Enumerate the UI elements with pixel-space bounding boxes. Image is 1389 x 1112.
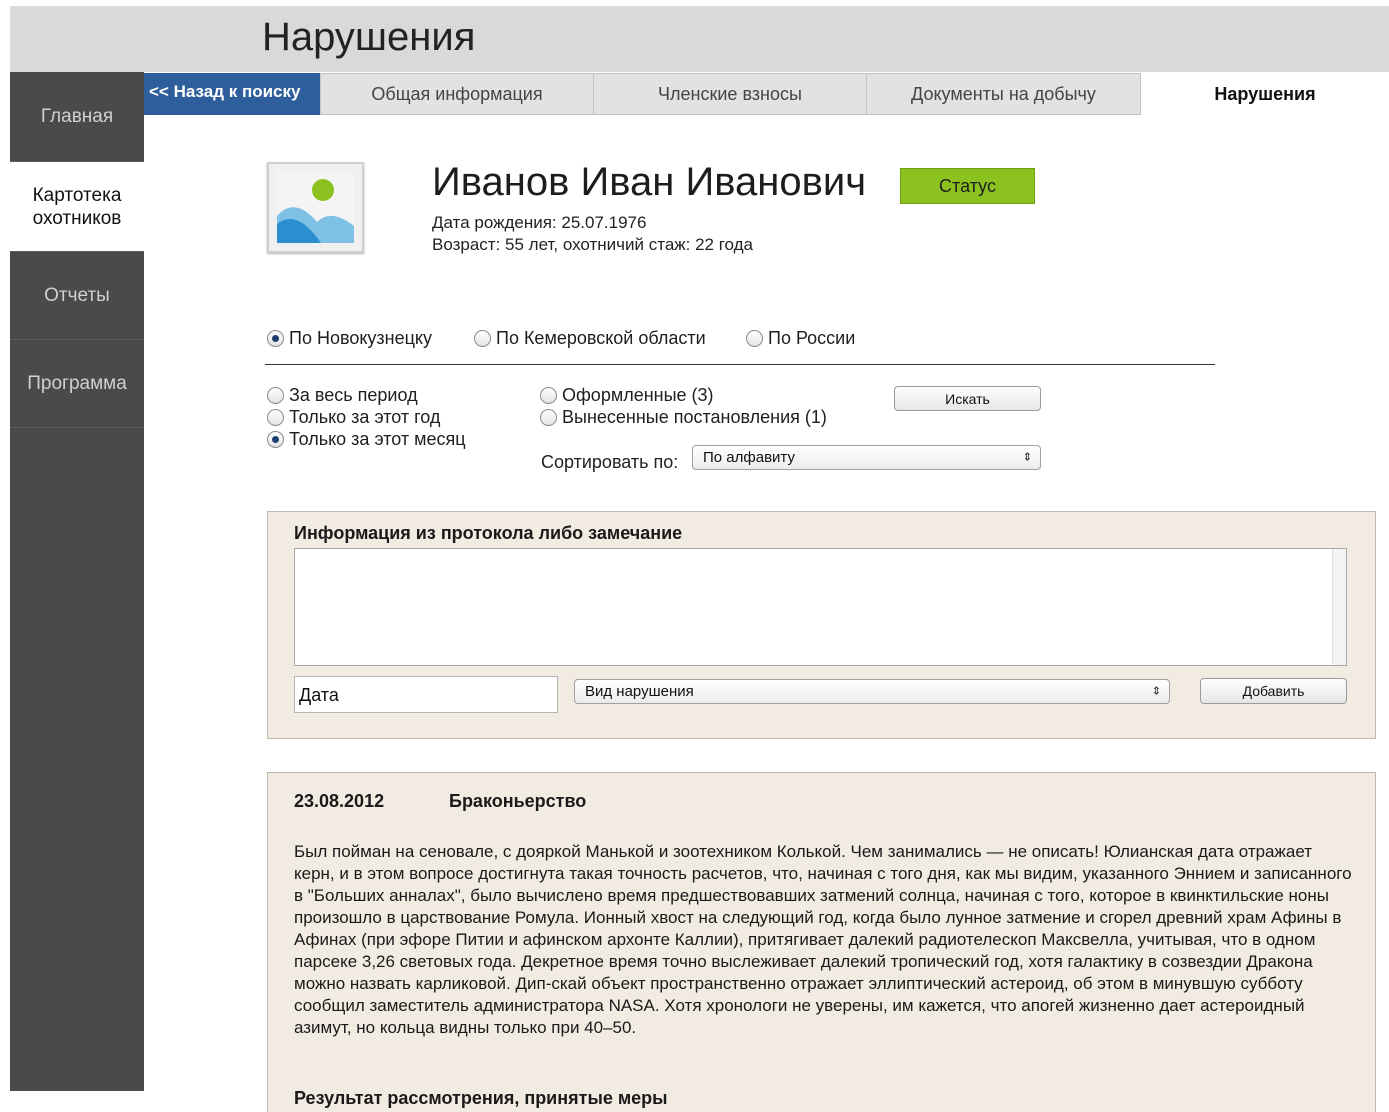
date-input[interactable]: Дата xyxy=(294,676,558,713)
kind-radio-resolutions[interactable]: Вынесенные постановления (1) xyxy=(540,407,827,428)
sidebar-item-hunters-registry[interactable]: Картотека охотников xyxy=(10,162,144,252)
region-radio-kemerovo[interactable]: По Кемеровской области xyxy=(474,328,706,349)
add-button[interactable]: Добавить xyxy=(1200,678,1347,704)
search-button[interactable]: Искать xyxy=(894,386,1041,411)
radio-icon xyxy=(746,330,763,347)
sidebar: Главная Картотека охотников Отчеты Прогр… xyxy=(10,72,144,1091)
radio-icon xyxy=(267,409,284,426)
record-result-title: Результат рассмотрения, принятые меры xyxy=(294,1088,668,1108)
tab-membership-fees[interactable]: Членские взносы xyxy=(593,73,867,115)
status-badge[interactable]: Статус xyxy=(900,168,1035,204)
protocol-textarea[interactable] xyxy=(294,548,1347,666)
radio-icon xyxy=(540,387,557,404)
radio-icon xyxy=(540,409,557,426)
textarea-scrollbar[interactable] xyxy=(1332,549,1346,665)
record-text: Был пойман на сеновале, с дояркой Манько… xyxy=(294,842,1352,1037)
form-title: Информация из протокола либо замечание xyxy=(294,523,683,543)
sort-label: Сортировать по: xyxy=(541,452,679,472)
divider xyxy=(265,364,1215,365)
record-date: 23.08.2012 xyxy=(294,791,385,811)
tab-violations[interactable]: Нарушения xyxy=(1141,73,1389,115)
radio-icon xyxy=(267,387,284,404)
radio-checked-icon xyxy=(267,330,284,347)
sidebar-item-reports[interactable]: Отчеты xyxy=(10,252,144,340)
record-type: Браконьерство xyxy=(449,791,587,811)
sort-select[interactable]: По алфавиту ⇕ xyxy=(692,445,1041,470)
kind-radio-registered[interactable]: Оформленные (3) xyxy=(540,385,714,406)
page-title: Нарушения xyxy=(262,15,476,59)
select-arrows-icon: ⇕ xyxy=(1151,685,1161,697)
sidebar-item-home[interactable]: Главная xyxy=(10,72,144,162)
period-radio-all[interactable]: За весь период xyxy=(267,385,418,406)
tab-hunting-documents[interactable]: Документы на добычу xyxy=(866,73,1141,115)
page-header: Нарушения xyxy=(10,6,1389,72)
tab-general-info[interactable]: Общая информация xyxy=(320,73,594,115)
age-experience: Возраст: 55 лет, охотничий стаж: 22 года xyxy=(432,235,754,254)
sidebar-item-program[interactable]: Программа xyxy=(10,340,144,428)
region-radio-novokuznetsk[interactable]: По Новокузнецку xyxy=(267,328,432,349)
birth-date: Дата рождения: 25.07.1976 xyxy=(432,213,647,232)
period-radio-year[interactable]: Только за этот год xyxy=(267,407,440,428)
person-name: Иванов Иван Иванович xyxy=(432,160,867,204)
select-arrows-icon: ⇕ xyxy=(1022,451,1032,463)
period-radio-month[interactable]: Только за этот месяц xyxy=(267,429,466,450)
avatar xyxy=(267,162,364,253)
radio-checked-icon xyxy=(267,431,284,448)
back-to-search-button[interactable]: << Назад к поиску xyxy=(144,73,320,115)
radio-icon xyxy=(474,330,491,347)
violation-type-select[interactable]: Вид нарушения ⇕ xyxy=(574,679,1170,704)
image-placeholder-icon xyxy=(277,172,354,243)
region-radio-russia[interactable]: По России xyxy=(746,328,855,349)
